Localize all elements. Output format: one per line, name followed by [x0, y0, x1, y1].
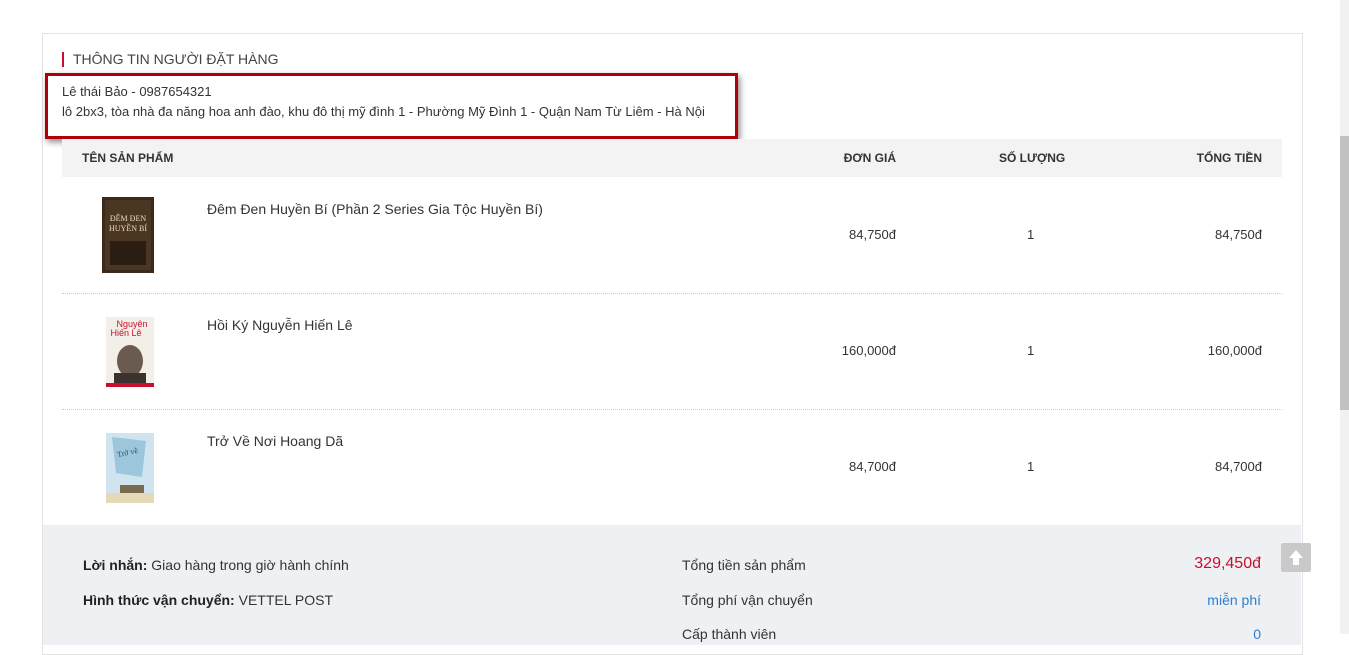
section-title: THÔNG TIN NGƯỜI ĐẶT HÀNG	[62, 52, 278, 67]
table-row: Trở về Trở Về Nơi Hoang Dã 84,700đ 1 84,…	[62, 409, 1282, 525]
table-row: Nguyên Hiến Lê Hồi Ký Nguyễn Hiến Lê 160…	[62, 293, 1282, 410]
arrow-up-icon	[1289, 550, 1303, 565]
unit-price: 84,750đ	[849, 227, 896, 242]
book-cover-image[interactable]: ĐÊM ĐEN HUYỀN BÍ	[102, 197, 154, 273]
note-value: Giao hàng trong giờ hành chính	[151, 557, 349, 573]
table-row: ĐÊM ĐEN HUYỀN BÍ Đêm Đen Huyền Bí (Phần …	[62, 177, 1282, 294]
line-total: 160,000đ	[1207, 343, 1262, 358]
member-level-label: Cấp thành viên	[682, 626, 777, 642]
product-name[interactable]: Trở Về Nơi Hoang Dã	[207, 433, 343, 449]
book-cover-image[interactable]: Nguyên Hiến Lê	[106, 317, 154, 387]
scrollbar-thumb[interactable]	[1340, 136, 1349, 410]
scroll-to-top-button[interactable]	[1281, 543, 1311, 572]
line-total: 84,700đ	[1215, 459, 1262, 474]
customer-address: lô 2bx3, tòa nhà đa năng hoa anh đào, kh…	[62, 104, 705, 119]
line-total: 84,750đ	[1215, 227, 1262, 242]
header-quantity: SỐ LƯỢNG	[999, 151, 1066, 165]
shipping-fee-value: miễn phí	[1207, 592, 1261, 608]
table-header: TÊN SẢN PHẨM ĐƠN GIÁ SỐ LƯỢNG TỔNG TIỀN	[62, 139, 1282, 177]
svg-text:Hiến Lê: Hiến Lê	[110, 328, 141, 338]
subtotal-value: 329,450đ	[1194, 555, 1261, 572]
unit-price: 160,000đ	[841, 343, 896, 358]
shipping-method-value: VETTEL POST	[238, 592, 333, 608]
customer-name-phone: Lê thái Bảo - 0987654321	[62, 84, 212, 99]
product-name[interactable]: Đêm Đen Huyền Bí (Phần 2 Series Gia Tộc …	[207, 201, 543, 217]
shipping-fee-label: Tổng phí vận chuyển	[682, 592, 813, 608]
svg-text:HUYỀN BÍ: HUYỀN BÍ	[109, 223, 147, 233]
shipping-method-label: Hình thức vận chuyển:	[83, 592, 235, 608]
header-unit-price: ĐƠN GIÁ	[843, 151, 896, 165]
quantity: 1	[1027, 227, 1035, 242]
quantity: 1	[1027, 343, 1035, 358]
order-summary: Lời nhắn: Giao hàng trong giờ hành chính…	[43, 525, 1301, 645]
unit-price: 84,700đ	[849, 459, 896, 474]
header-total: TỔNG TIỀN	[1196, 151, 1262, 165]
shipping-method-line: Hình thức vận chuyển: VETTEL POST	[83, 592, 333, 608]
product-name[interactable]: Hồi Ký Nguyễn Hiến Lê	[207, 317, 353, 333]
member-level-value: 0	[1253, 626, 1261, 642]
svg-text:ĐÊM ĐEN: ĐÊM ĐEN	[110, 213, 146, 223]
note-line: Lời nhắn: Giao hàng trong giờ hành chính	[83, 557, 349, 573]
page-scrollbar[interactable]	[1340, 0, 1349, 634]
subtotal-label: Tổng tiền sản phẩm	[682, 557, 806, 573]
header-product-name: TÊN SẢN PHẨM	[82, 151, 174, 165]
book-cover-image[interactable]: Trở về	[106, 433, 154, 503]
note-label: Lời nhắn:	[83, 557, 148, 573]
quantity: 1	[1027, 459, 1035, 474]
